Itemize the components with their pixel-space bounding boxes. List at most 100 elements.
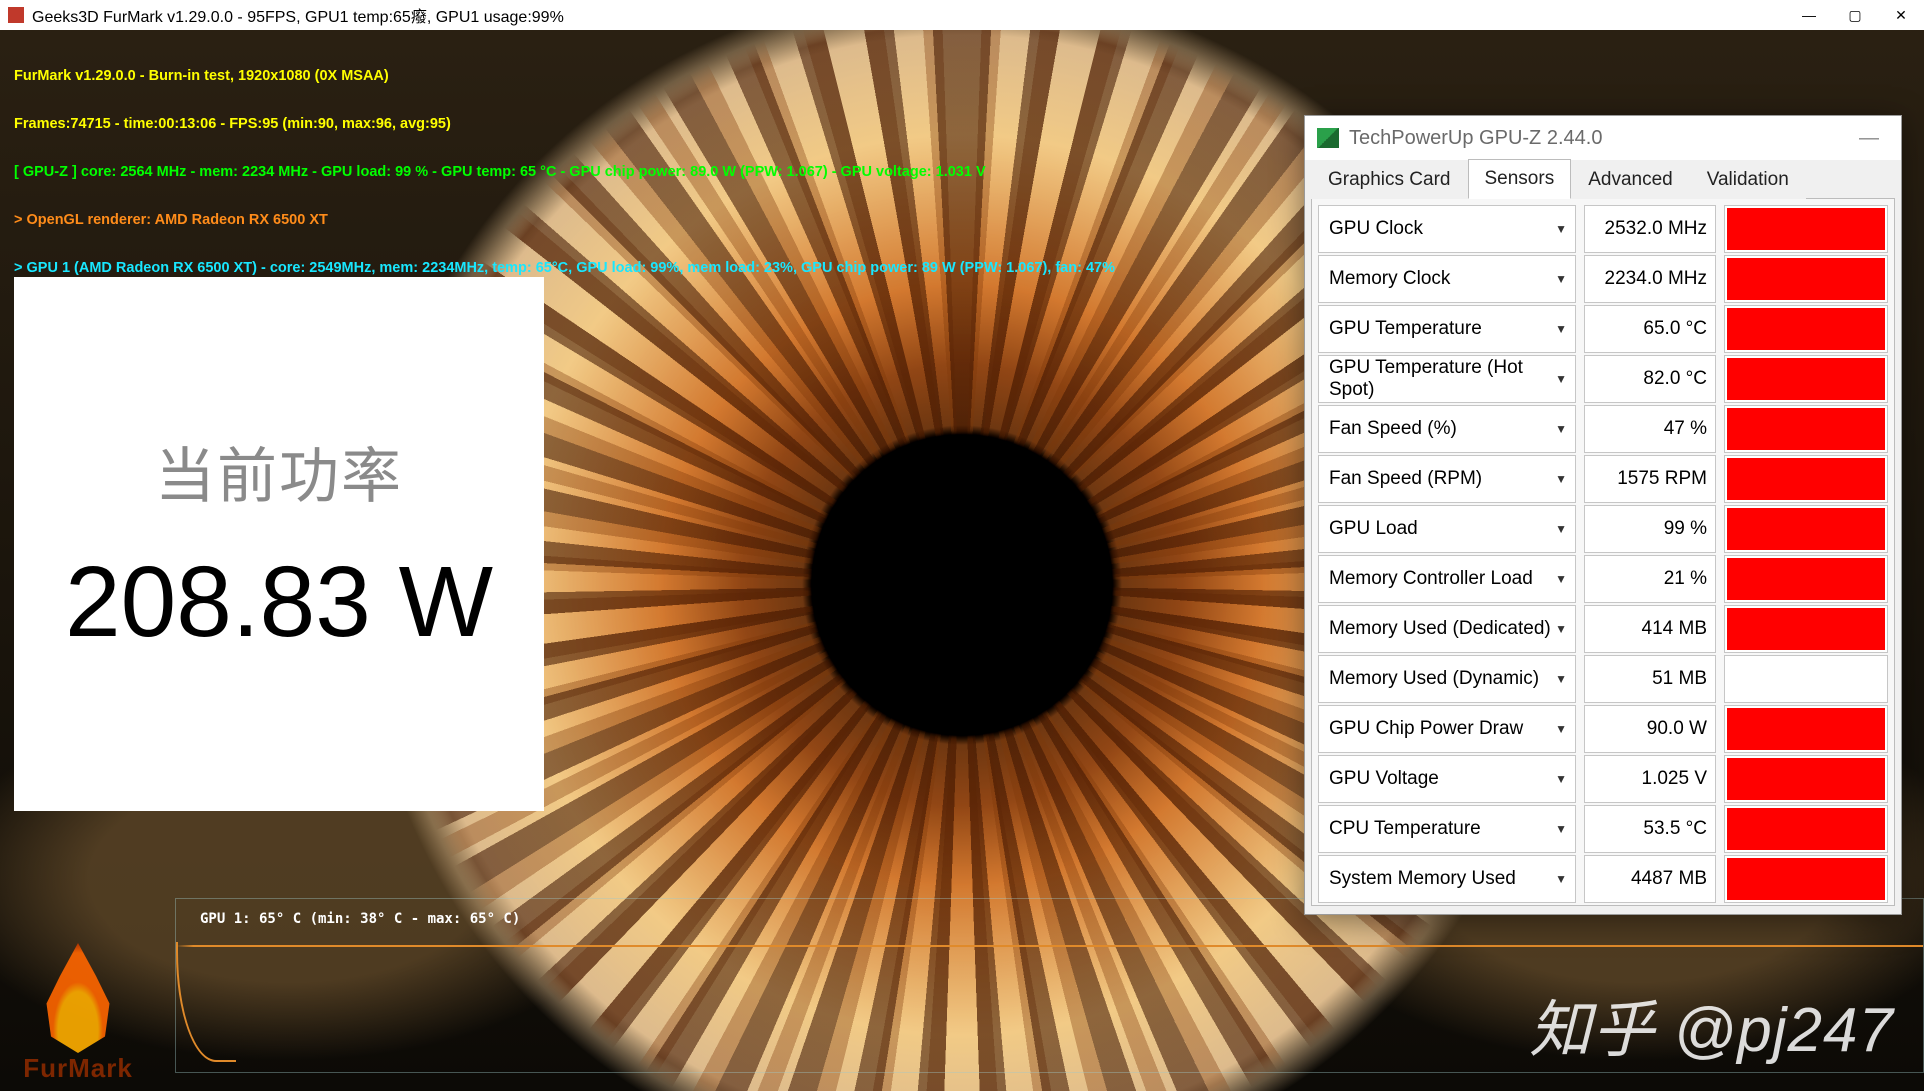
sensor-name-label: System Memory Used xyxy=(1329,868,1516,890)
power-meter-panel: 当前功率 208.83 W xyxy=(14,277,544,811)
sensor-bar-graph xyxy=(1724,505,1888,553)
sensor-bar-fill xyxy=(1727,608,1885,650)
sensor-bar-graph xyxy=(1724,355,1888,403)
sensor-row: GPU Temperature (Hot Spot)▼82.0 °C xyxy=(1318,355,1888,403)
sensor-bar-fill xyxy=(1727,858,1885,900)
overlay-line-header: FurMark v1.29.0.0 - Burn-in test, 1920x1… xyxy=(14,68,1115,84)
gpuz-titlebar[interactable]: TechPowerUp GPU-Z 2.44.0 — xyxy=(1305,116,1901,160)
furmark-titlebar: Geeks3D FurMark v1.29.0.0 - 95FPS, GPU1 … xyxy=(0,0,1924,30)
sensor-value: 2234.0 MHz xyxy=(1584,255,1716,303)
chevron-down-icon: ▼ xyxy=(1555,272,1567,286)
sensor-name-dropdown[interactable]: GPU Clock ▼ xyxy=(1318,205,1576,253)
chevron-down-icon: ▼ xyxy=(1555,722,1567,736)
gpuz-window[interactable]: TechPowerUp GPU-Z 2.44.0 — Graphics Card… xyxy=(1304,115,1902,915)
sensor-name-dropdown[interactable]: Memory Used (Dedicated)▼ xyxy=(1318,605,1576,653)
sensor-row: Fan Speed (RPM)▼1575 RPM xyxy=(1318,455,1888,503)
sensor-name-label: Memory Used (Dynamic) xyxy=(1329,668,1539,690)
sensor-name-dropdown[interactable]: GPU Temperature▼ xyxy=(1318,305,1576,353)
sensor-row: GPU Voltage▼1.025 V xyxy=(1318,755,1888,803)
sensor-bar-fill xyxy=(1727,408,1885,450)
sensor-name-dropdown[interactable]: GPU Chip Power Draw▼ xyxy=(1318,705,1576,753)
gpuz-tabs: Graphics Card Sensors Advanced Validatio… xyxy=(1305,160,1901,198)
minimize-button[interactable]: — xyxy=(1786,0,1832,30)
sensor-row: CPU Temperature▼53.5 °C xyxy=(1318,805,1888,853)
sensor-row: GPU Chip Power Draw▼90.0 W xyxy=(1318,705,1888,753)
sensor-row: Memory Used (Dynamic)▼51 MB xyxy=(1318,655,1888,703)
power-label: 当前功率 xyxy=(155,428,403,515)
sensor-name-dropdown[interactable]: Memory Clock ▼ xyxy=(1318,255,1576,303)
sensor-bar-graph xyxy=(1724,305,1888,353)
tab-graphics-card[interactable]: Graphics Card xyxy=(1311,160,1468,199)
sensor-bar-graph xyxy=(1724,755,1888,803)
sensor-name-label: Memory Controller Load xyxy=(1329,568,1533,590)
sensor-value: 90.0 W xyxy=(1584,705,1716,753)
sensor-row: Memory Clock ▼ 2234.0 MHz xyxy=(1318,255,1888,303)
flame-icon xyxy=(33,943,123,1053)
sensor-name-label: Fan Speed (%) xyxy=(1329,418,1457,440)
overlay-line-gpu1: > GPU 1 (AMD Radeon RX 6500 XT) - core: … xyxy=(14,260,1115,276)
sensor-row: GPU Clock ▼ 2532.0 MHz xyxy=(1318,205,1888,253)
sensor-bar-fill xyxy=(1727,458,1885,500)
sensor-name-dropdown[interactable]: Memory Used (Dynamic) ▼ xyxy=(1318,655,1576,703)
sensor-name-dropdown[interactable]: System Memory Used ▼ xyxy=(1318,855,1576,903)
sensor-row: GPU Temperature▼65.0 °C xyxy=(1318,305,1888,353)
chevron-down-icon: ▼ xyxy=(1555,772,1567,786)
overlay-line-renderer: > OpenGL renderer: AMD Radeon RX 6500 XT xyxy=(14,212,1115,228)
gpuz-window-title: TechPowerUp GPU-Z 2.44.0 xyxy=(1349,127,1602,150)
sensor-bar-fill xyxy=(1727,758,1885,800)
temperature-graph-line xyxy=(176,945,1923,947)
sensor-name-dropdown[interactable]: GPU Voltage▼ xyxy=(1318,755,1576,803)
sensor-name-label: GPU Temperature (Hot Spot) xyxy=(1329,357,1555,401)
sensor-row: Fan Speed (%) ▼ 47 % xyxy=(1318,405,1888,453)
sensor-bar-graph xyxy=(1724,655,1888,703)
sensor-value: 2532.0 MHz xyxy=(1584,205,1716,253)
sensor-name-label: GPU Temperature xyxy=(1329,318,1482,340)
tab-validation[interactable]: Validation xyxy=(1690,160,1806,199)
overlay-line-frames: Frames:74715 - time:00:13:06 - FPS:95 (m… xyxy=(14,116,1115,132)
sensor-row: Memory Used (Dedicated)▼414 MB xyxy=(1318,605,1888,653)
sensor-bar-graph xyxy=(1724,705,1888,753)
sensor-bar-graph xyxy=(1724,405,1888,453)
sensor-name-dropdown[interactable]: GPU Load ▼ xyxy=(1318,505,1576,553)
sensor-name-label: GPU Load xyxy=(1329,518,1418,540)
chevron-down-icon: ▼ xyxy=(1555,572,1567,586)
maximize-button[interactable]: ▢ xyxy=(1832,0,1878,30)
sensor-row: GPU Load ▼ 99 % xyxy=(1318,505,1888,553)
sensor-value: 414 MB xyxy=(1584,605,1716,653)
gpuz-sensors-panel: GPU Clock ▼ 2532.0 MHz Memory Clock ▼ 2234.0 … xyxy=(1311,198,1895,906)
sensor-bar-graph xyxy=(1724,455,1888,503)
sensor-name-dropdown[interactable]: Memory Controller Load ▼ xyxy=(1318,555,1576,603)
watermark: 知乎 @pj247 xyxy=(1529,979,1894,1069)
chevron-down-icon: ▼ xyxy=(1555,472,1567,486)
tab-sensors[interactable]: Sensors xyxy=(1468,159,1572,199)
sensor-name-label: Memory Clock xyxy=(1329,268,1450,290)
sensor-name-dropdown[interactable]: Fan Speed (RPM)▼ xyxy=(1318,455,1576,503)
chevron-down-icon: ▼ xyxy=(1555,522,1567,536)
sensor-name-dropdown[interactable]: Fan Speed (%) ▼ xyxy=(1318,405,1576,453)
sensor-bar-fill xyxy=(1727,358,1885,400)
chevron-down-icon: ▼ xyxy=(1555,872,1567,886)
furmark-app-icon xyxy=(8,7,24,23)
power-value: 208.83 W xyxy=(65,545,493,660)
sensor-name-dropdown[interactable]: CPU Temperature ▼ xyxy=(1318,805,1576,853)
sensor-value: 99 % xyxy=(1584,505,1716,553)
temperature-graph-curve xyxy=(176,942,236,1062)
chevron-down-icon: ▼ xyxy=(1555,422,1567,436)
furmark-window-title: Geeks3D FurMark v1.29.0.0 - 95FPS, GPU1 … xyxy=(32,3,564,27)
sensor-name-label: CPU Temperature xyxy=(1329,818,1481,840)
sensor-bar-fill xyxy=(1727,208,1885,250)
sensor-value: 4487 MB xyxy=(1584,855,1716,903)
chevron-down-icon: ▼ xyxy=(1555,672,1567,686)
sensor-value: 47 % xyxy=(1584,405,1716,453)
tab-advanced[interactable]: Advanced xyxy=(1571,160,1690,199)
sensor-name-label: GPU Clock xyxy=(1329,218,1423,240)
sensor-bar-graph xyxy=(1724,855,1888,903)
sensor-name-dropdown[interactable]: GPU Temperature (Hot Spot)▼ xyxy=(1318,355,1576,403)
sensor-row: Memory Controller Load▼21 % xyxy=(1318,555,1888,603)
sensor-value: 1.025 V xyxy=(1584,755,1716,803)
chevron-down-icon: ▼ xyxy=(1555,222,1567,236)
close-button[interactable]: ✕ xyxy=(1878,0,1924,30)
chevron-down-icon: ▼ xyxy=(1555,822,1567,836)
gpuz-app-icon xyxy=(1317,128,1339,148)
gpuz-minimize-button[interactable]: — xyxy=(1849,127,1889,150)
